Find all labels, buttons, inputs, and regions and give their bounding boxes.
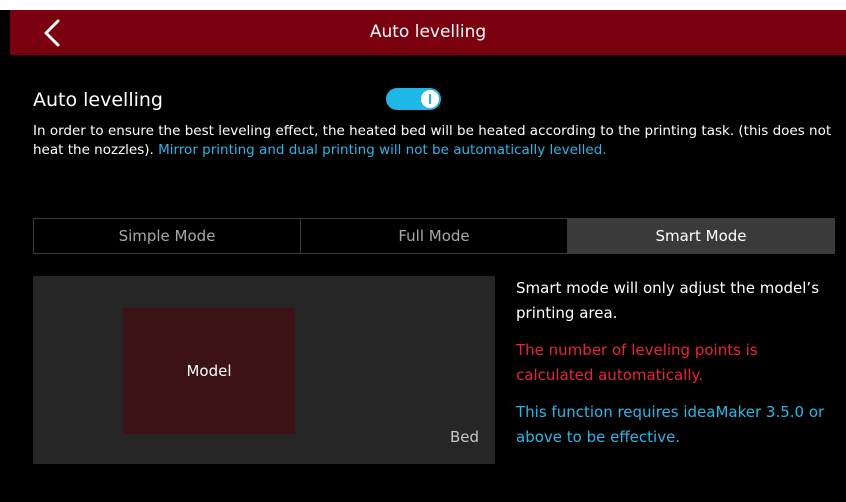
- info-requirement: This function requires ideaMaker 3.5.0 o…: [516, 403, 825, 446]
- mode-info: Smart mode will only adjust the model’s …: [516, 276, 826, 462]
- page-title: Auto levelling: [369, 22, 487, 42]
- model-label: Model: [186, 362, 232, 380]
- info-smart-mode: Smart mode will only adjust the model’s …: [516, 279, 820, 322]
- mode-tabs: Simple Mode Full Mode Smart Mode: [33, 218, 835, 254]
- info-leveling-points: The number of leveling points is calcula…: [516, 341, 758, 384]
- auto-levelling-label: Auto levelling: [33, 89, 163, 111]
- bed-preview: Model Bed: [33, 276, 495, 464]
- tab-smart-mode[interactable]: Smart Mode: [568, 219, 834, 253]
- title-bar: Auto levelling: [10, 10, 846, 55]
- auto-levelling-toggle[interactable]: [386, 88, 441, 110]
- toggle-knob: [421, 90, 439, 108]
- tab-full-mode[interactable]: Full Mode: [301, 219, 568, 253]
- top-strip: [0, 0, 846, 10]
- tab-simple-mode[interactable]: Simple Mode: [34, 219, 301, 253]
- bed-label: Bed: [449, 428, 479, 446]
- auto-levelling-description: In order to ensure the best leveling eff…: [33, 122, 833, 160]
- model-area: Model: [123, 308, 295, 434]
- description-warning: Mirror printing and dual printing will n…: [158, 142, 607, 158]
